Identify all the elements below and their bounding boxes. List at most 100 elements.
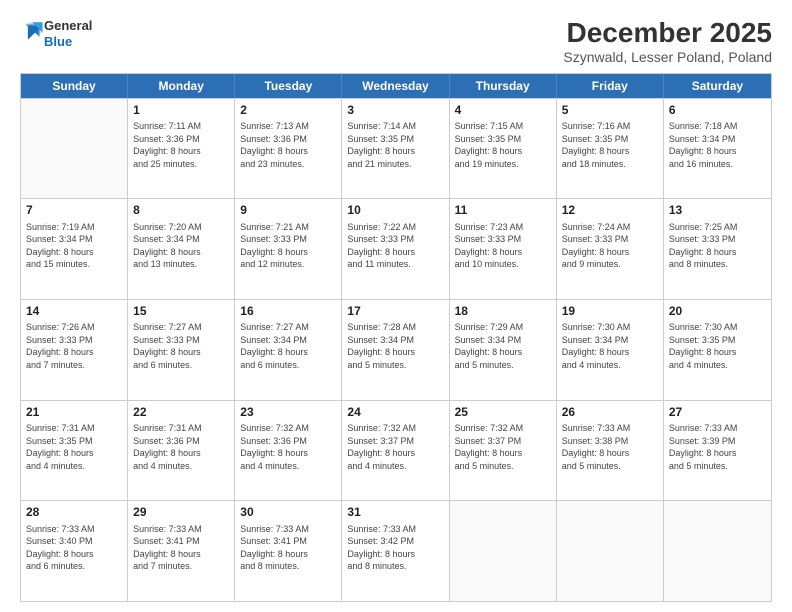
day-number: 2 xyxy=(240,102,336,118)
day-number: 7 xyxy=(26,202,122,218)
day-number: 28 xyxy=(26,504,122,520)
logo: General Blue xyxy=(20,18,92,49)
cell-text: Sunrise: 7:30 AM Sunset: 3:34 PM Dayligh… xyxy=(562,321,658,371)
calendar-cell: 16 Sunrise: 7:27 AM Sunset: 3:34 PM Dayli… xyxy=(235,300,342,400)
cell-text: Sunrise: 7:23 AM Sunset: 3:33 PM Dayligh… xyxy=(455,221,551,271)
cell-text: Sunrise: 7:29 AM Sunset: 3:34 PM Dayligh… xyxy=(455,321,551,371)
day-number: 19 xyxy=(562,303,658,319)
day-number: 18 xyxy=(455,303,551,319)
calendar-row: 28 Sunrise: 7:33 AM Sunset: 3:40 PM Dayli… xyxy=(21,500,771,601)
calendar-cell: 14Sunrise: 7:26 AM Sunset: 3:33 PM Dayli… xyxy=(21,300,128,400)
calendar-row: 1Sunrise: 7:11 AM Sunset: 3:36 PM Daylig… xyxy=(21,98,771,199)
day-number: 1 xyxy=(133,102,229,118)
cell-text: Sunrise: 7:33 AM Sunset: 3:42 PM Dayligh… xyxy=(347,523,443,573)
day-number: 29 xyxy=(133,504,229,520)
day-number: 31 xyxy=(347,504,443,520)
calendar-header-cell: Thursday xyxy=(450,74,557,98)
day-number: 15 xyxy=(133,303,229,319)
day-number: 11 xyxy=(455,202,551,218)
day-number: 10 xyxy=(347,202,443,218)
cell-text: Sunrise: 7:33 AM Sunset: 3:38 PM Dayligh… xyxy=(562,422,658,472)
day-number: 8 xyxy=(133,202,229,218)
calendar-header-cell: Tuesday xyxy=(235,74,342,98)
cell-text: Sunrise: 7:18 AM Sunset: 3:34 PM Dayligh… xyxy=(669,120,766,170)
cell-text: Sunrise: 7:30 AM Sunset: 3:35 PM Dayligh… xyxy=(669,321,766,371)
cell-text: Sunrise: 7:27 AM Sunset: 3:34 PM Dayligh… xyxy=(240,321,336,371)
calendar-cell: 26 Sunrise: 7:33 AM Sunset: 3:38 PM Dayli… xyxy=(557,401,664,501)
day-number: 23 xyxy=(240,404,336,420)
day-number: 4 xyxy=(455,102,551,118)
calendar-row: 21 Sunrise: 7:31 AM Sunset: 3:35 PM Dayli… xyxy=(21,400,771,501)
calendar-cell xyxy=(557,501,664,601)
calendar-row: 7 Sunrise: 7:19 AM Sunset: 3:34 PM Daylig… xyxy=(21,198,771,299)
calendar-cell: 11 Sunrise: 7:23 AM Sunset: 3:33 PM Dayli… xyxy=(450,199,557,299)
calendar-cell xyxy=(450,501,557,601)
cell-text: Sunrise: 7:15 AM Sunset: 3:35 PM Dayligh… xyxy=(455,120,551,170)
cell-text: Sunrise: 7:20 AM Sunset: 3:34 PM Dayligh… xyxy=(133,221,229,271)
cell-text: Sunrise: 7:33 AM Sunset: 3:39 PM Dayligh… xyxy=(669,422,766,472)
cell-text: Sunrise: 7:32 AM Sunset: 3:37 PM Dayligh… xyxy=(455,422,551,472)
calendar-header: SundayMondayTuesdayWednesdayThursdayFrid… xyxy=(21,74,771,98)
day-number: 5 xyxy=(562,102,658,118)
calendar-cell: 13Sunrise: 7:25 AM Sunset: 3:33 PM Dayli… xyxy=(664,199,771,299)
cell-text: Sunrise: 7:26 AM Sunset: 3:33 PM Dayligh… xyxy=(26,321,122,371)
cell-text: Sunrise: 7:28 AM Sunset: 3:34 PM Dayligh… xyxy=(347,321,443,371)
calendar-cell: 9Sunrise: 7:21 AM Sunset: 3:33 PM Daylig… xyxy=(235,199,342,299)
calendar-header-cell: Wednesday xyxy=(342,74,449,98)
calendar-cell: 31 Sunrise: 7:33 AM Sunset: 3:42 PM Dayli… xyxy=(342,501,449,601)
calendar-cell: 22Sunrise: 7:31 AM Sunset: 3:36 PM Dayli… xyxy=(128,401,235,501)
day-number: 16 xyxy=(240,303,336,319)
cell-text: Sunrise: 7:33 AM Sunset: 3:41 PM Dayligh… xyxy=(240,523,336,573)
cell-text: Sunrise: 7:24 AM Sunset: 3:33 PM Dayligh… xyxy=(562,221,658,271)
calendar-cell: 25 Sunrise: 7:32 AM Sunset: 3:37 PM Dayli… xyxy=(450,401,557,501)
day-number: 27 xyxy=(669,404,766,420)
calendar-cell: 18 Sunrise: 7:29 AM Sunset: 3:34 PM Dayli… xyxy=(450,300,557,400)
day-number: 22 xyxy=(133,404,229,420)
day-number: 24 xyxy=(347,404,443,420)
cell-text: Sunrise: 7:25 AM Sunset: 3:33 PM Dayligh… xyxy=(669,221,766,271)
logo-text: General Blue xyxy=(44,18,92,49)
cell-text: Sunrise: 7:16 AM Sunset: 3:35 PM Dayligh… xyxy=(562,120,658,170)
calendar-cell: 2Sunrise: 7:13 AM Sunset: 3:36 PM Daylig… xyxy=(235,99,342,199)
day-number: 26 xyxy=(562,404,658,420)
calendar-cell: 10Sunrise: 7:22 AM Sunset: 3:33 PM Dayli… xyxy=(342,199,449,299)
cell-text: Sunrise: 7:32 AM Sunset: 3:37 PM Dayligh… xyxy=(347,422,443,472)
day-number: 20 xyxy=(669,303,766,319)
calendar-cell: 30Sunrise: 7:33 AM Sunset: 3:41 PM Dayli… xyxy=(235,501,342,601)
day-number: 21 xyxy=(26,404,122,420)
cell-text: Sunrise: 7:33 AM Sunset: 3:40 PM Dayligh… xyxy=(26,523,122,573)
calendar-cell: 28 Sunrise: 7:33 AM Sunset: 3:40 PM Dayli… xyxy=(21,501,128,601)
day-number: 12 xyxy=(562,202,658,218)
day-number: 17 xyxy=(347,303,443,319)
calendar-body: 1Sunrise: 7:11 AM Sunset: 3:36 PM Daylig… xyxy=(21,98,771,601)
day-number: 25 xyxy=(455,404,551,420)
cell-text: Sunrise: 7:14 AM Sunset: 3:35 PM Dayligh… xyxy=(347,120,443,170)
logo-line2: Blue xyxy=(44,34,92,50)
calendar-cell xyxy=(21,99,128,199)
title-block: December 2025 Szynwald, Lesser Poland, P… xyxy=(563,18,772,65)
cell-text: Sunrise: 7:27 AM Sunset: 3:33 PM Dayligh… xyxy=(133,321,229,371)
cell-text: Sunrise: 7:32 AM Sunset: 3:36 PM Dayligh… xyxy=(240,422,336,472)
calendar-cell: 12 Sunrise: 7:24 AM Sunset: 3:33 PM Dayli… xyxy=(557,199,664,299)
calendar-cell: 24 Sunrise: 7:32 AM Sunset: 3:37 PM Dayli… xyxy=(342,401,449,501)
calendar-cell: 1Sunrise: 7:11 AM Sunset: 3:36 PM Daylig… xyxy=(128,99,235,199)
calendar-row: 14Sunrise: 7:26 AM Sunset: 3:33 PM Dayli… xyxy=(21,299,771,400)
calendar-cell: 6Sunrise: 7:18 AM Sunset: 3:34 PM Daylig… xyxy=(664,99,771,199)
cell-text: Sunrise: 7:31 AM Sunset: 3:35 PM Dayligh… xyxy=(26,422,122,472)
main-title: December 2025 xyxy=(563,18,772,49)
calendar-cell: 20 Sunrise: 7:30 AM Sunset: 3:35 PM Dayli… xyxy=(664,300,771,400)
calendar-header-cell: Friday xyxy=(557,74,664,98)
calendar-cell: 15 Sunrise: 7:27 AM Sunset: 3:33 PM Dayli… xyxy=(128,300,235,400)
cell-text: Sunrise: 7:33 AM Sunset: 3:41 PM Dayligh… xyxy=(133,523,229,573)
calendar-cell: 8 Sunrise: 7:20 AM Sunset: 3:34 PM Daylig… xyxy=(128,199,235,299)
calendar-header-cell: Monday xyxy=(128,74,235,98)
subtitle: Szynwald, Lesser Poland, Poland xyxy=(563,49,772,65)
calendar-cell: 27 Sunrise: 7:33 AM Sunset: 3:39 PM Dayli… xyxy=(664,401,771,501)
header: General Blue December 2025 Szynwald, Les… xyxy=(20,18,772,65)
calendar-cell: 17 Sunrise: 7:28 AM Sunset: 3:34 PM Dayli… xyxy=(342,300,449,400)
calendar-cell: 3Sunrise: 7:14 AM Sunset: 3:35 PM Daylig… xyxy=(342,99,449,199)
calendar-cell: 4 Sunrise: 7:15 AM Sunset: 3:35 PM Daylig… xyxy=(450,99,557,199)
calendar-cell: 7 Sunrise: 7:19 AM Sunset: 3:34 PM Daylig… xyxy=(21,199,128,299)
cell-text: Sunrise: 7:21 AM Sunset: 3:33 PM Dayligh… xyxy=(240,221,336,271)
cell-text: Sunrise: 7:19 AM Sunset: 3:34 PM Dayligh… xyxy=(26,221,122,271)
